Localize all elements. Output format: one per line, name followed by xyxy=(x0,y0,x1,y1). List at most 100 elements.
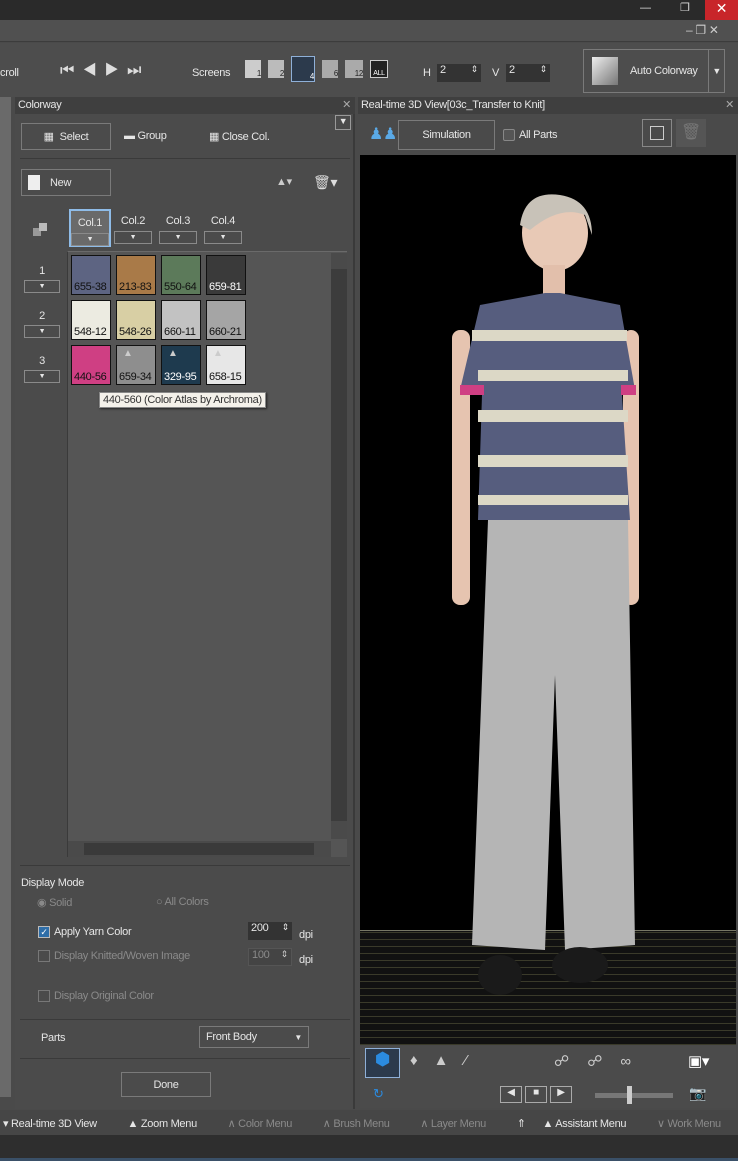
menu-brush[interactable]: ∧ Brush Menu xyxy=(323,1118,404,1130)
original-color-checkbox[interactable]: Display Original Color xyxy=(38,990,154,1002)
color-swatch[interactable]: ▲ 658-15 xyxy=(206,345,246,385)
minimize-icon[interactable]: — xyxy=(640,2,651,14)
expand-icon[interactable]: ⇑ xyxy=(517,1118,526,1130)
column-header-3[interactable]: Col.3 ▼ xyxy=(159,209,201,247)
color-swatch[interactable]: 548-12 xyxy=(71,300,111,340)
play-icon[interactable]: ▶ xyxy=(550,1086,572,1103)
prev-icon[interactable]: ◀ xyxy=(500,1086,522,1103)
column-header-1[interactable]: Col.1 ▼ xyxy=(69,209,111,247)
view-tool-icons[interactable]: ♦▲⁄ xyxy=(410,1052,483,1069)
chevron-down-icon[interactable]: ▼ xyxy=(204,231,242,244)
group-button[interactable]: ▬ Group xyxy=(124,130,167,142)
trash-icon[interactable]: 🗑 xyxy=(676,119,706,147)
screen-1[interactable]: 1 xyxy=(245,60,261,78)
3d-viewport[interactable] xyxy=(360,155,736,1045)
column-header-2[interactable]: Col.2 ▼ xyxy=(114,209,156,247)
knitted-checkbox[interactable]: Display Knitted/Woven Image xyxy=(38,950,190,962)
menu-label: Assistant Menu xyxy=(555,1118,627,1130)
panel-menu-icon[interactable]: ▼ xyxy=(335,115,351,130)
color-swatch[interactable]: 660-21 xyxy=(206,300,246,340)
left-scrollbar[interactable] xyxy=(0,97,11,1097)
simulation-button[interactable]: Simulation xyxy=(398,120,495,150)
grid-vscrollbar[interactable] xyxy=(331,253,347,839)
apply-yarn-checkbox[interactable]: ✓ Apply Yarn Color xyxy=(38,926,132,938)
color-swatch[interactable]: ▲ 329-95 xyxy=(161,345,201,385)
screen-buttons[interactable]: 1 2 4 6 12 ALL xyxy=(245,56,388,82)
color-swatch[interactable]: 655-38 xyxy=(71,255,111,295)
menu-layer[interactable]: ∧ Layer Menu xyxy=(420,1118,500,1130)
row-header-1[interactable]: 1 ▼ xyxy=(24,265,62,295)
doc-controls[interactable]: – ❐ ✕ xyxy=(686,23,719,37)
row-header-2[interactable]: 2 ▼ xyxy=(24,310,62,340)
screen-4[interactable]: 4 xyxy=(291,56,315,82)
body-tool-icon[interactable]: ⬢ xyxy=(365,1048,400,1078)
row-header-3[interactable]: 3 ▼ xyxy=(24,355,62,385)
chevron-down-icon[interactable]: ▼ xyxy=(114,231,152,244)
h-spinner[interactable]: 2 ⇕ xyxy=(437,64,481,82)
swatch-code: 658-15 xyxy=(209,371,242,383)
grid-hscrollbar[interactable] xyxy=(68,841,331,857)
close-icon[interactable]: ✕ xyxy=(725,98,734,111)
slider-handle[interactable] xyxy=(627,1086,632,1104)
parts-select[interactable]: Front Body ▼ xyxy=(199,1026,309,1048)
color-swatch[interactable]: 548-26 xyxy=(116,300,156,340)
spinner-icon[interactable]: ⇕ xyxy=(282,922,290,933)
avatar-icon[interactable]: ♟♟ xyxy=(369,124,397,144)
restore-icon[interactable]: ❐ xyxy=(680,1,690,14)
chevron-down-icon[interactable]: ▼ xyxy=(24,370,60,383)
screen-6[interactable]: 6 xyxy=(322,60,338,78)
stop-icon[interactable]: ■ xyxy=(525,1086,547,1103)
chevron-down-icon[interactable]: ▼ xyxy=(708,50,721,92)
screen-12[interactable]: 12 xyxy=(345,60,363,78)
apply-dpi-spinner[interactable]: 200 ⇕ xyxy=(248,922,292,940)
color-swatch[interactable]: 213-83 xyxy=(116,255,156,295)
solid-radio[interactable]: ◉ Solid xyxy=(37,896,72,909)
select-button[interactable]: ▦ Select xyxy=(21,123,111,150)
color-swatch[interactable]: 659-81 xyxy=(206,255,246,295)
spinner-icon[interactable]: ⇕ xyxy=(540,64,548,75)
new-button[interactable]: New xyxy=(21,169,111,196)
nav-controls[interactable]: ⏮◀▶⏭ xyxy=(60,62,149,80)
h-value: 2 xyxy=(440,64,446,76)
image-icon[interactable] xyxy=(642,119,672,147)
all-parts-checkbox[interactable]: All Parts xyxy=(503,129,558,141)
menu-work[interactable]: ∨ Work Menu xyxy=(657,1118,735,1130)
close-col-button[interactable]: ▦ Close Col. xyxy=(209,130,270,143)
menu-color[interactable]: ∧ Color Menu xyxy=(228,1118,306,1130)
color-swatch[interactable]: 550-64 xyxy=(161,255,201,295)
chevron-down-icon[interactable]: ▼ xyxy=(71,233,109,246)
new-label: New xyxy=(50,176,72,189)
chevron-down-icon[interactable]: ▼ xyxy=(24,325,60,338)
screen-all[interactable]: ALL xyxy=(370,60,388,78)
menu-zoom[interactable]: ▲ Zoom Menu xyxy=(128,1118,211,1130)
yarn-dropdown-icon[interactable]: ▲▾ xyxy=(276,175,292,188)
color-swatch[interactable]: 440-56 xyxy=(71,345,111,385)
color-swatch[interactable]: 660-11 xyxy=(161,300,201,340)
refresh-icon[interactable]: ↻ xyxy=(373,1086,384,1102)
swatch-code: 548-26 xyxy=(119,326,152,338)
delete-icon[interactable]: 🗑▾ xyxy=(313,174,338,191)
export-icon[interactable]: ▣▾ xyxy=(688,1052,709,1070)
v-spinner[interactable]: 2 ⇕ xyxy=(506,64,550,82)
spinner-icon[interactable]: ⇕ xyxy=(471,64,479,75)
radio-icon: ○ xyxy=(156,896,165,908)
close-icon[interactable]: ✕ xyxy=(705,0,738,20)
done-button[interactable]: Done xyxy=(121,1072,211,1097)
color-swatch[interactable]: ▲ 659-34 xyxy=(116,345,156,385)
close-icon[interactable]: ✕ xyxy=(342,98,351,111)
auto-colorway-button[interactable]: Auto Colorway ▼ xyxy=(583,49,725,93)
menu-label: Layer Menu xyxy=(430,1118,486,1130)
speed-slider[interactable] xyxy=(595,1086,673,1104)
menu-realtime-3d[interactable]: ▾ Real-time 3D View xyxy=(3,1118,111,1130)
column-header-4[interactable]: Col.4 ▼ xyxy=(204,209,246,247)
knitted-dpi-spinner[interactable]: 100 ⇕ xyxy=(248,948,292,966)
chevron-down-icon[interactable]: ▼ xyxy=(24,280,60,293)
camera-icon[interactable]: 📷 xyxy=(689,1085,706,1102)
figure-tool-icons[interactable]: ☍☍∞ xyxy=(554,1052,649,1070)
menu-assistant[interactable]: ▲ Assistant Menu xyxy=(542,1118,640,1130)
playback-controls[interactable]: ◀ ■ ▶ xyxy=(500,1086,572,1103)
spinner-icon[interactable]: ⇕ xyxy=(281,949,289,960)
screen-2[interactable]: 2 xyxy=(268,60,284,78)
all-colors-radio[interactable]: ○ All Colors xyxy=(156,896,209,908)
chevron-down-icon[interactable]: ▼ xyxy=(159,231,197,244)
